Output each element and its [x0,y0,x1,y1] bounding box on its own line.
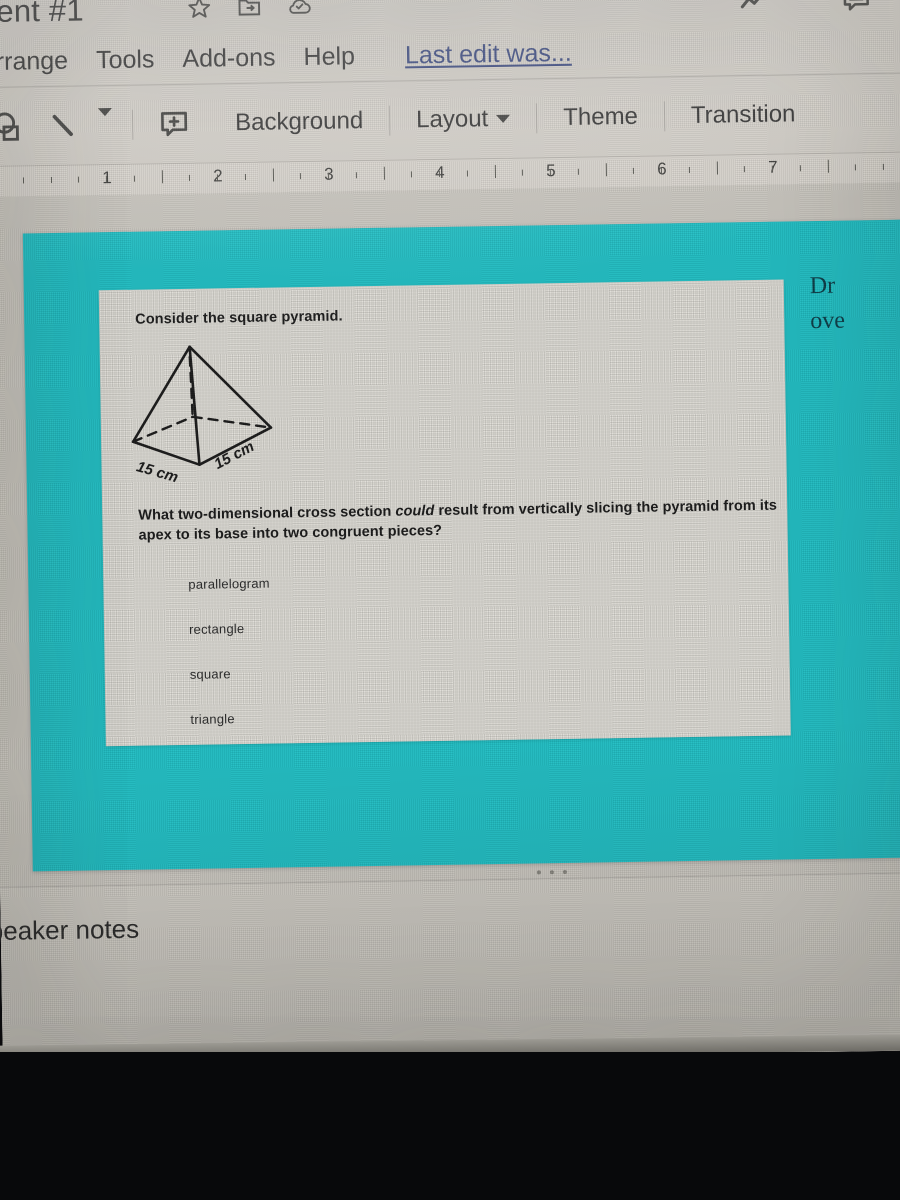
ruler-tick [410,171,412,178]
question-part-1: What two-dimensional cross section [138,503,396,524]
notes-resize-grip[interactable] [536,869,567,875]
ruler-tick [383,166,386,180]
speaker-notes-placeholder: peaker notes [0,913,140,947]
line-tool-icon[interactable] [36,108,91,143]
question-emphasis: could [395,503,435,520]
menu-item-help[interactable]: Help [303,42,355,72]
ruler-tick [799,165,801,172]
photo-of-screen: ment #1 Arrange Tools Add-ons Help Last … [0,0,900,1200]
ruler-tick [882,163,884,170]
ruler-tick [77,176,80,183]
shape-tool-icon[interactable] [0,108,36,145]
worksheet-prompt: Consider the square pyramid. [135,308,343,328]
ruler-tick [22,177,25,184]
ruler-tick [549,169,551,176]
add-comment-icon[interactable] [145,107,204,142]
overlay-line-1: Dr [809,272,836,300]
ruler-tick [188,174,191,181]
ruler-tick [466,170,468,177]
ruler-tick [854,164,856,171]
cloud-saved-icon[interactable] [286,0,312,19]
last-edit-link[interactable]: Last edit was... [405,38,572,70]
worksheet-image[interactable]: Consider the square pyramid. 15 cm 15 cm… [98,279,791,747]
chevron-down-icon [496,114,511,124]
answer-option-square[interactable]: square [190,661,590,682]
move-to-folder-icon[interactable] [236,0,262,20]
ruler-tick [438,170,440,177]
toolbar: Background Layout Theme Transition [0,83,900,156]
ruler-tick [50,176,53,184]
header-action-icons [738,0,872,16]
square-pyramid-diagram: 15 cm 15 cm [119,335,311,498]
current-slide[interactable]: Consider the square pyramid. 15 cm 15 cm… [22,219,900,872]
ruler-tick [494,165,497,179]
cut-off-overlay-text: Dr ove [809,267,900,338]
monitor-screen: ment #1 Arrange Tools Add-ons Help Last … [0,0,900,1065]
document-title[interactable]: ment #1 [0,0,84,30]
ruler-tick [272,168,275,182]
ruler-tick [521,169,523,176]
toolbar-separator-4 [663,101,666,132]
worksheet-question: What two-dimensional cross section could… [138,496,779,546]
speaker-notes-pane[interactable]: peaker notes [0,873,900,1048]
menu-item-add-ons[interactable]: Add-ons [182,43,276,73]
ruler-tick [133,175,136,182]
ruler-tick [105,176,108,183]
ruler-tick [771,165,773,172]
ruler-tick [299,173,302,180]
ruler-tick [743,166,745,173]
transition-button[interactable]: Transition [677,100,810,130]
ruler-tick [161,170,164,184]
toolbar-separator-3 [536,103,538,134]
ruler-tick [244,173,247,180]
answer-option-rectangle[interactable]: rectangle [189,616,589,637]
ruler-tick [355,172,358,179]
answer-option-parallelogram[interactable]: parallelogram [188,571,588,592]
ruler-tick [327,172,330,179]
answer-option-triangle[interactable]: triangle [190,706,590,727]
dark-background-below-monitor [0,1052,900,1200]
pyramid-label-left: 15 cm [134,458,180,486]
layout-label: Layout [415,105,489,134]
answer-options-list: parallelogram rectangle square triangle [188,571,591,747]
background-button[interactable]: Background [221,107,378,137]
slide-canvas: Consider the square pyramid. 15 cm 15 cm… [0,182,900,887]
present-trending-icon[interactable] [738,0,770,16]
layout-button[interactable]: Layout [402,105,524,135]
chevron-down-icon[interactable] [90,108,120,134]
ruler-tick [605,163,608,177]
ruler-tick [632,167,634,174]
overlay-line-2: ove [810,307,846,334]
ruler-tick [660,167,662,174]
toolbar-separator [131,109,134,140]
toolbar-separator-2 [388,105,391,136]
ruler-tick [216,174,219,181]
theme-button[interactable]: Theme [549,103,652,133]
ruler-tick [577,168,579,175]
star-icon[interactable] [186,0,212,21]
ruler-tick [688,166,690,173]
menu-item-tools[interactable]: Tools [96,45,155,75]
ruler-tick [716,161,718,175]
menu-item-arrange[interactable]: Arrange [0,46,68,76]
comments-icon[interactable] [840,0,872,15]
title-icon-group [186,0,312,21]
pyramid-label-right: 15 cm [211,438,257,473]
google-slides-app: ment #1 Arrange Tools Add-ons Help Last … [0,0,900,1065]
ruler-tick [827,159,829,173]
